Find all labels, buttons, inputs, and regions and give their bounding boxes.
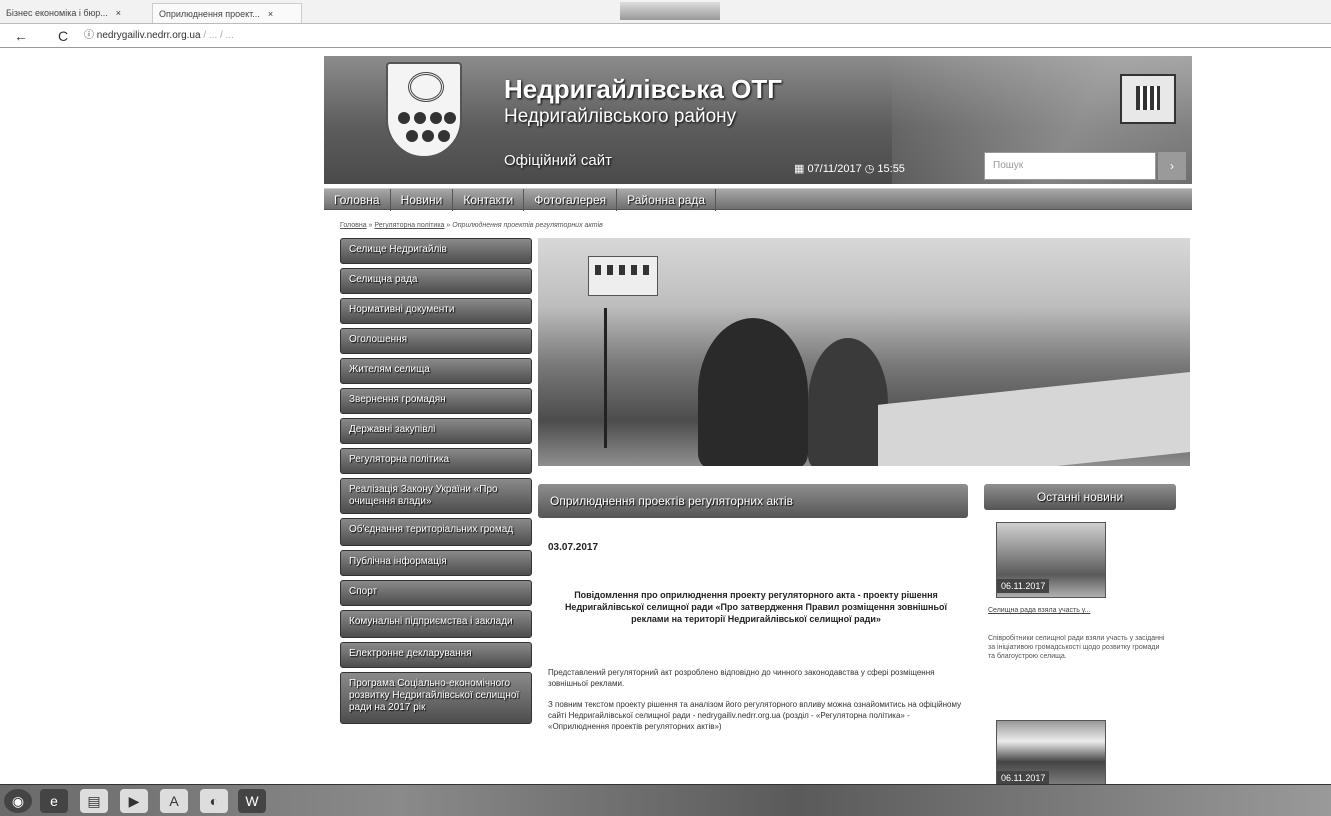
latest-news-header: Останні новини — [984, 484, 1176, 510]
news-thumbnail[interactable]: 06.11.2017 — [996, 522, 1106, 598]
district-emblem-icon — [1120, 74, 1176, 124]
coat-of-arms-icon — [386, 62, 462, 158]
os-taskbar: ◉ e ▤ ▶ A ◐ W — [0, 784, 1331, 816]
sidebar-item[interactable]: Спорт — [340, 580, 532, 606]
official-site-label: Офіційний сайт — [504, 152, 612, 169]
date-time: ▦ 07/11/2017 ◷ 15:55 — [794, 163, 905, 175]
url-path: / ... / ... — [200, 30, 234, 41]
article-section-header: Оприлюднення проектів регуляторних актів — [538, 484, 968, 518]
sidebar-item[interactable]: Нормативні документи — [340, 298, 532, 324]
address-bar: ← C ⓘ nedrygailiv.nedrr.org.ua / ... / .… — [0, 24, 1331, 48]
sidebar-item[interactable]: Селище Недригайлів — [340, 238, 532, 264]
file-explorer-icon[interactable]: ▤ — [80, 789, 108, 813]
news-excerpt: Співробітники селищної ради взяли участь… — [988, 635, 1165, 660]
search-input[interactable]: Пошук — [984, 152, 1156, 180]
close-tab-icon[interactable]: × — [116, 3, 121, 23]
breadcrumb-current: Оприлюднення проектів регуляторних актів — [452, 222, 603, 229]
breadcrumb-home[interactable]: Головна — [340, 222, 367, 229]
sidebar-item[interactable]: Комунальні підприємства і заклади — [340, 610, 532, 638]
sidebar-item[interactable]: Селищна рада — [340, 268, 532, 294]
news-thumbnail[interactable]: 06.11.2017 — [996, 720, 1106, 790]
browser-tab-active[interactable]: Оприлюднення проект... × — [152, 3, 302, 23]
article: 03.07.2017 Повідомлення про оприлюднення… — [548, 542, 964, 732]
app-icon[interactable]: ◐ — [200, 789, 228, 813]
article-paragraph: Представлений регуляторний акт розроблен… — [548, 668, 935, 688]
sidebar-item[interactable]: Жителям селища — [340, 358, 532, 384]
sidebar-item[interactable]: Об'єднання територіальних громад — [340, 518, 532, 546]
new-tab-button[interactable] — [620, 2, 720, 20]
browser-tab-bar: Бізнес економіка і бюр... × Оприлюднення … — [0, 0, 1331, 24]
sidebar-item[interactable]: Програма Соціально-економічного розвитку… — [340, 672, 532, 724]
hero-photo — [538, 238, 1190, 466]
reload-icon[interactable]: C — [58, 24, 68, 48]
sidebar-menu: Селище Недригайлів Селищна рада Норматив… — [340, 238, 538, 728]
close-tab-icon[interactable]: × — [268, 4, 273, 23]
media-player-icon[interactable]: ▶ — [120, 789, 148, 813]
sidebar-item[interactable]: Оголошення — [340, 328, 532, 354]
article-title: Повідомлення про оприлюднення проекту ре… — [564, 590, 948, 624]
top-navigation: Головна Новини Контакти Фотогалерея Районна … — [324, 188, 1192, 211]
tab-label: Оприлюднення проект... — [159, 9, 260, 19]
sidebar-item[interactable]: Державні закупівлі — [340, 418, 532, 444]
breadcrumb-section[interactable]: Регуляторна політика — [374, 222, 444, 229]
internet-explorer-icon[interactable]: e — [40, 789, 68, 813]
back-icon[interactable]: ← — [14, 24, 28, 48]
website: Недригайлівська ОТГ Недригайлівського ра… — [324, 56, 1192, 790]
sidebar-item[interactable]: Звернення громадян — [340, 388, 532, 414]
url-input[interactable]: ⓘ nedrygailiv.nedrr.org.ua / ... / ... — [84, 24, 234, 48]
sidebar-item[interactable]: Публічна інформація — [340, 550, 532, 576]
browser-tab[interactable]: Бізнес економіка і бюр... × — [0, 3, 150, 23]
sidebar-item[interactable]: Реалізація Закону України «Про очищення … — [340, 478, 532, 514]
start-icon[interactable]: ◉ — [4, 789, 32, 813]
url-host: nedrygailiv.nedrr.org.ua — [96, 30, 201, 41]
sidebar-item-active[interactable]: Регуляторна політика — [340, 448, 532, 474]
nav-district-council[interactable]: Районна рада — [617, 189, 717, 211]
article-date: 03.07.2017 — [548, 542, 599, 553]
breadcrumb: Головна » Регуляторна політика » Оприлюд… — [340, 222, 603, 229]
article-paragraph: З повним текстом проекту рішення та анал… — [548, 700, 962, 731]
nav-gallery[interactable]: Фотогалерея — [524, 189, 618, 211]
site-header: Недригайлівська ОТГ Недригайлівського ра… — [324, 56, 1192, 184]
nav-contacts[interactable]: Контакти — [453, 189, 525, 211]
word-icon[interactable]: W — [238, 789, 266, 813]
sidebar-item[interactable]: Електронне декларування — [340, 642, 532, 668]
acrobat-icon[interactable]: A — [160, 789, 188, 813]
nav-news[interactable]: Новини — [391, 189, 454, 211]
tab-label: Бізнес економіка і бюр... — [6, 8, 108, 18]
nav-home[interactable]: Головна — [324, 189, 391, 211]
news-date: 06.11.2017 — [997, 771, 1050, 785]
site-title: Недригайлівська ОТГ — [504, 74, 782, 104]
search-button[interactable]: › — [1158, 152, 1186, 180]
news-date: 06.11.2017 — [997, 579, 1050, 593]
news-link[interactable]: Селищна рада взяла участь у... — [988, 606, 1168, 616]
site-subtitle: Недригайлівського району — [504, 106, 737, 127]
